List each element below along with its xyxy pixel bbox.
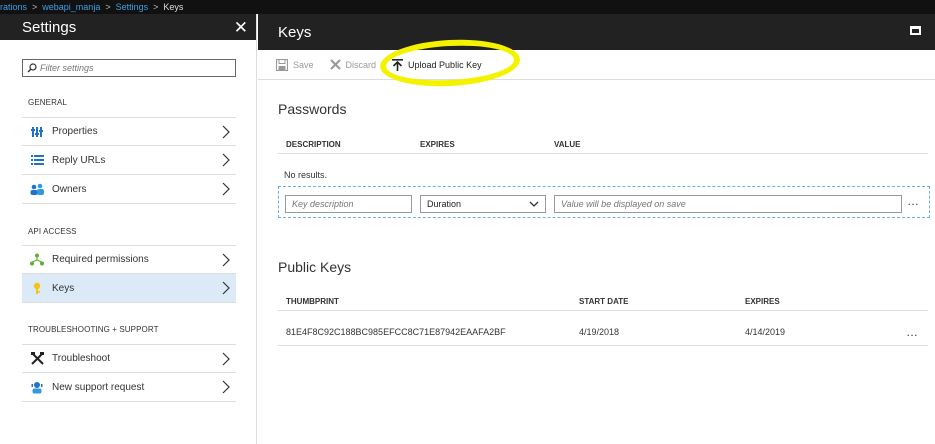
breadcrumb-separator: > bbox=[153, 2, 159, 12]
no-results-text: No results. bbox=[284, 170, 328, 180]
chevron-right-icon bbox=[222, 352, 230, 366]
group-label-troubleshooting: TROUBLESHOOTING + SUPPORT bbox=[28, 325, 159, 334]
sidebar-item-label: New support request bbox=[52, 381, 145, 393]
settings-blade: Settings ✕ GENERAL Properties Reply URLs… bbox=[0, 14, 257, 444]
column-header: START DATE bbox=[579, 297, 629, 306]
keys-header: Keys bbox=[258, 14, 935, 50]
breadcrumb-item[interactable]: webapi_manja bbox=[42, 2, 100, 12]
expires-cell: 4/14/2019 bbox=[745, 327, 786, 337]
column-header: EXPIRES bbox=[420, 140, 455, 149]
settings-header: Settings ✕ bbox=[0, 14, 256, 40]
key-description-input[interactable] bbox=[285, 195, 412, 213]
breadcrumb: rations > webapi_manja > Settings > Keys bbox=[0, 0, 935, 14]
upload-label: Upload Public Key bbox=[408, 59, 482, 70]
wrench-icon bbox=[30, 352, 44, 366]
search-icon bbox=[27, 63, 37, 73]
discard-button[interactable]: Discard bbox=[329, 59, 377, 70]
value-input[interactable] bbox=[554, 195, 902, 213]
group-label-api-access: API ACCESS bbox=[28, 227, 77, 236]
chevron-right-icon bbox=[222, 281, 230, 295]
sidebar-item-keys[interactable]: Keys bbox=[22, 274, 236, 303]
key-icon bbox=[30, 281, 44, 295]
keys-title: Keys bbox=[278, 23, 312, 41]
sidebar-item-owners[interactable]: Owners bbox=[22, 175, 236, 204]
sidebar-item-label: Reply URLs bbox=[52, 154, 106, 166]
chevron-right-icon bbox=[222, 125, 230, 139]
column-header: THUMBPRINT bbox=[286, 297, 339, 306]
save-icon bbox=[276, 58, 288, 71]
sidebar-item-label: Keys bbox=[52, 282, 75, 294]
more-icon[interactable]: … bbox=[907, 194, 920, 208]
chevron-right-icon bbox=[222, 380, 230, 394]
maximize-icon[interactable] bbox=[910, 26, 921, 35]
thumbprint-cell: 81E4F8C92C188BC985EFCC8C71E87942EAAFA2BF bbox=[286, 327, 506, 337]
passwords-header-row: DESCRIPTION EXPIRES VALUE bbox=[278, 136, 928, 154]
list-icon bbox=[30, 153, 44, 167]
sidebar-item-label: Properties bbox=[52, 126, 98, 137]
discard-label: Discard bbox=[345, 59, 377, 70]
save-label: Save bbox=[293, 59, 314, 70]
column-header: EXPIRES bbox=[745, 297, 780, 306]
sidebar-item-reply-urls[interactable]: Reply URLs bbox=[22, 146, 236, 175]
breadcrumb-separator: > bbox=[32, 2, 38, 12]
keys-blade: Keys Save Discard Upload Public Key Pass… bbox=[258, 14, 935, 444]
support-icon bbox=[30, 380, 44, 394]
sidebar-item-label: Owners bbox=[52, 183, 87, 195]
close-icon[interactable]: ✕ bbox=[234, 19, 248, 36]
permissions-icon bbox=[30, 253, 44, 267]
upload-public-key-button[interactable]: Upload Public Key bbox=[392, 58, 482, 71]
duration-dropdown[interactable]: Duration bbox=[420, 195, 546, 213]
owners-icon bbox=[30, 182, 44, 196]
table-row: 81E4F8C92C188BC985EFCC8C71E87942EAAFA2BF… bbox=[278, 318, 928, 346]
discard-icon bbox=[329, 59, 341, 70]
group-label-general: GENERAL bbox=[28, 98, 67, 107]
new-password-row: Duration … bbox=[278, 186, 930, 218]
column-header: DESCRIPTION bbox=[286, 140, 341, 149]
chevron-right-icon bbox=[222, 253, 230, 267]
settings-title: Settings bbox=[22, 18, 77, 36]
chevron-right-icon bbox=[222, 153, 230, 167]
chevron-right-icon bbox=[222, 182, 230, 196]
sidebar-item-troubleshoot[interactable]: Troubleshoot bbox=[22, 344, 236, 373]
save-button[interactable]: Save bbox=[276, 58, 314, 71]
chevron-down-icon bbox=[529, 201, 539, 207]
passwords-title: Passwords bbox=[278, 101, 347, 117]
public-keys-header-row: THUMBPRINT START DATE EXPIRES bbox=[278, 293, 928, 311]
sidebar-item-properties[interactable]: Properties bbox=[22, 117, 236, 146]
filter-settings-input[interactable] bbox=[40, 63, 230, 73]
sidebar-item-new-support-request[interactable]: New support request bbox=[22, 373, 236, 402]
column-header: VALUE bbox=[554, 140, 581, 149]
properties-icon bbox=[30, 125, 44, 139]
breadcrumb-item[interactable]: rations bbox=[0, 2, 27, 12]
sidebar-item-required-permissions[interactable]: Required permissions bbox=[22, 245, 236, 274]
breadcrumb-current: Keys bbox=[163, 2, 184, 12]
start-date-cell: 4/19/2018 bbox=[579, 327, 620, 337]
filter-box bbox=[22, 59, 236, 77]
toolbar: Save Discard Upload Public Key bbox=[258, 36, 935, 90]
more-icon[interactable]: … bbox=[906, 325, 919, 339]
public-keys-title: Public Keys bbox=[278, 259, 352, 275]
upload-icon bbox=[392, 58, 404, 71]
breadcrumb-separator: > bbox=[105, 2, 111, 12]
sidebar-item-label: Troubleshoot bbox=[52, 353, 110, 364]
breadcrumb-item[interactable]: Settings bbox=[116, 2, 149, 12]
sidebar-item-label: Required permissions bbox=[52, 254, 149, 265]
duration-value: Duration bbox=[427, 199, 462, 209]
